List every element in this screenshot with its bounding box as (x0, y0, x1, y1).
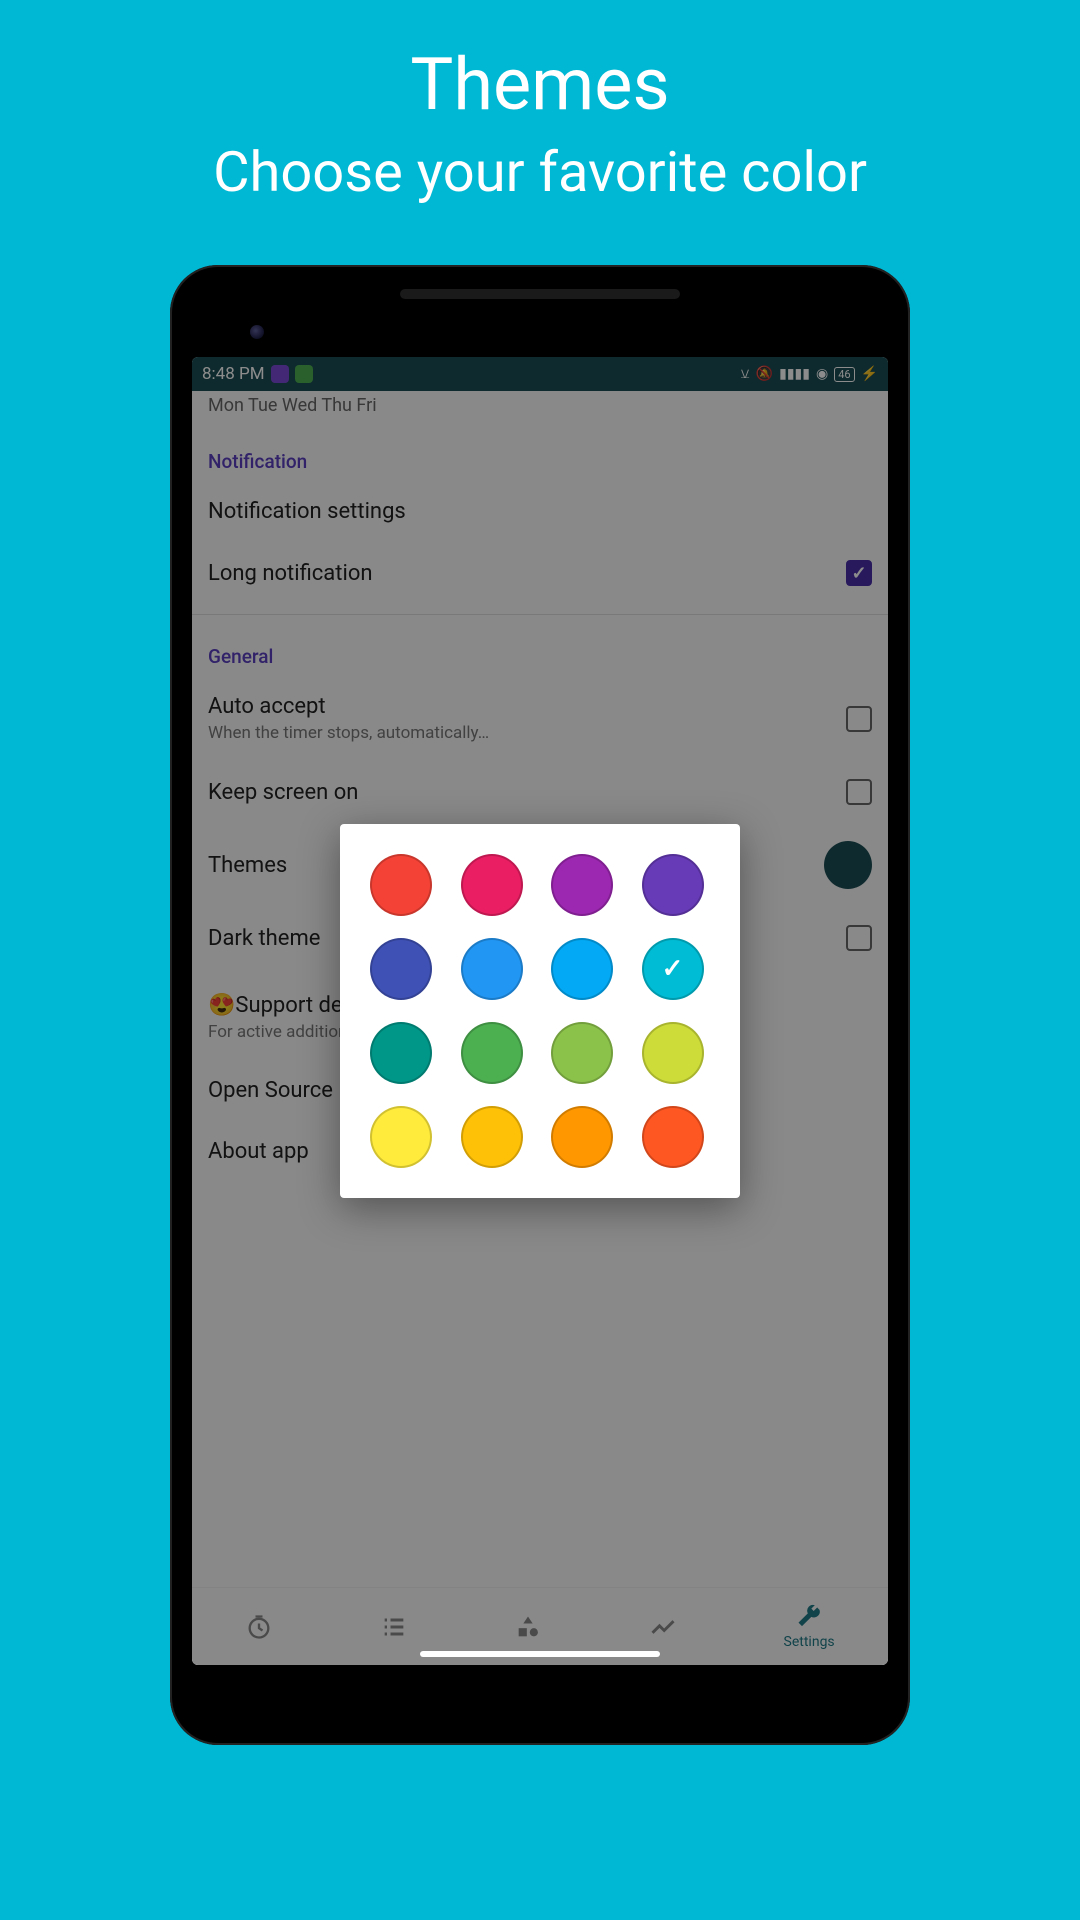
wifi-icon: ◉ (816, 366, 828, 382)
weekdays-text: Mon Tue Wed Thu Fri (208, 391, 872, 430)
theme-swatch-light-blue[interactable] (551, 938, 613, 1000)
wrench-icon (795, 1604, 823, 1632)
theme-swatch-blue[interactable] (461, 938, 523, 1000)
theme-swatch-teal[interactable] (370, 1022, 432, 1084)
theme-picker-dialog (340, 824, 740, 1198)
phone-frame: 8:48 PM ⚺ 🔕 ▮▮▮▮ ◉ 46 ⚡ Mon Tue Wed Thu … (170, 265, 910, 1745)
auto-accept-label: Auto accept (208, 694, 846, 719)
keep-screen-checkbox[interactable] (846, 779, 872, 805)
statusbar-time: 8:48 PM (202, 364, 265, 384)
promo-subtitle: Choose your favorite color (213, 139, 867, 205)
themes-label: Themes (208, 853, 287, 878)
row-long-notification[interactable]: Long notification (208, 542, 872, 604)
home-indicator[interactable] (420, 1651, 660, 1657)
chart-line-icon (649, 1613, 677, 1641)
theme-swatch-amber[interactable] (461, 1106, 523, 1168)
status-bar: 8:48 PM ⚺ 🔕 ▮▮▮▮ ◉ 46 ⚡ (192, 357, 888, 391)
theme-swatch-yellow[interactable] (370, 1106, 432, 1168)
shapes-icon (514, 1613, 542, 1641)
signal-icon: ▮▮▮▮ (779, 366, 810, 382)
long-notification-checkbox[interactable] (846, 560, 872, 586)
theme-swatch-red[interactable] (370, 854, 432, 916)
theme-swatch-purple[interactable] (551, 854, 613, 916)
about-app-label: About app (208, 1139, 309, 1164)
theme-swatch-deep-orange[interactable] (642, 1106, 704, 1168)
keep-screen-label: Keep screen on (208, 780, 358, 805)
section-notification: Notification (208, 430, 872, 481)
long-notification-label: Long notification (208, 561, 373, 586)
promo-title: Themes (410, 42, 669, 127)
auto-accept-sub: When the timer stops, automatically… (208, 723, 688, 743)
charging-icon: ⚡ (861, 366, 878, 382)
theme-swatch-indigo[interactable] (370, 938, 432, 1000)
bluetooth-icon: ⚺ (740, 366, 749, 382)
row-auto-accept[interactable]: Auto accept When the timer stops, automa… (208, 676, 872, 761)
theme-swatch-pink[interactable] (461, 854, 523, 916)
theme-swatch-cyan[interactable] (642, 938, 704, 1000)
row-notification-settings[interactable]: Notification settings (208, 481, 872, 542)
nav-settings[interactable]: Settings (784, 1604, 835, 1650)
notification-settings-label: Notification settings (208, 499, 406, 524)
nav-list[interactable] (380, 1613, 408, 1641)
nav-stats[interactable] (649, 1613, 677, 1641)
nav-timer[interactable] (245, 1613, 273, 1641)
current-theme-dot (824, 841, 872, 889)
nav-shapes[interactable] (514, 1613, 542, 1641)
theme-swatch-lime[interactable] (642, 1022, 704, 1084)
silent-icon: 🔕 (756, 366, 773, 382)
dark-theme-checkbox[interactable] (846, 925, 872, 951)
row-keep-screen[interactable]: Keep screen on (208, 761, 872, 823)
theme-swatch-deep-purple[interactable] (642, 854, 704, 916)
theme-swatch-orange[interactable] (551, 1106, 613, 1168)
theme-swatch-green[interactable] (461, 1022, 523, 1084)
statusbar-app-icon-1 (271, 365, 289, 383)
auto-accept-checkbox[interactable] (846, 706, 872, 732)
section-general: General (208, 625, 872, 676)
battery-icon: 46 (834, 367, 854, 382)
list-icon (380, 1613, 408, 1641)
statusbar-app-icon-2 (295, 365, 313, 383)
statusbar-right: ⚺ 🔕 ▮▮▮▮ ◉ 46 ⚡ (740, 366, 878, 382)
clock-icon (245, 1613, 273, 1641)
dark-theme-label: Dark theme (208, 926, 320, 951)
theme-swatch-light-green[interactable] (551, 1022, 613, 1084)
nav-settings-label: Settings (784, 1634, 835, 1650)
screen: 8:48 PM ⚺ 🔕 ▮▮▮▮ ◉ 46 ⚡ Mon Tue Wed Thu … (192, 357, 888, 1665)
